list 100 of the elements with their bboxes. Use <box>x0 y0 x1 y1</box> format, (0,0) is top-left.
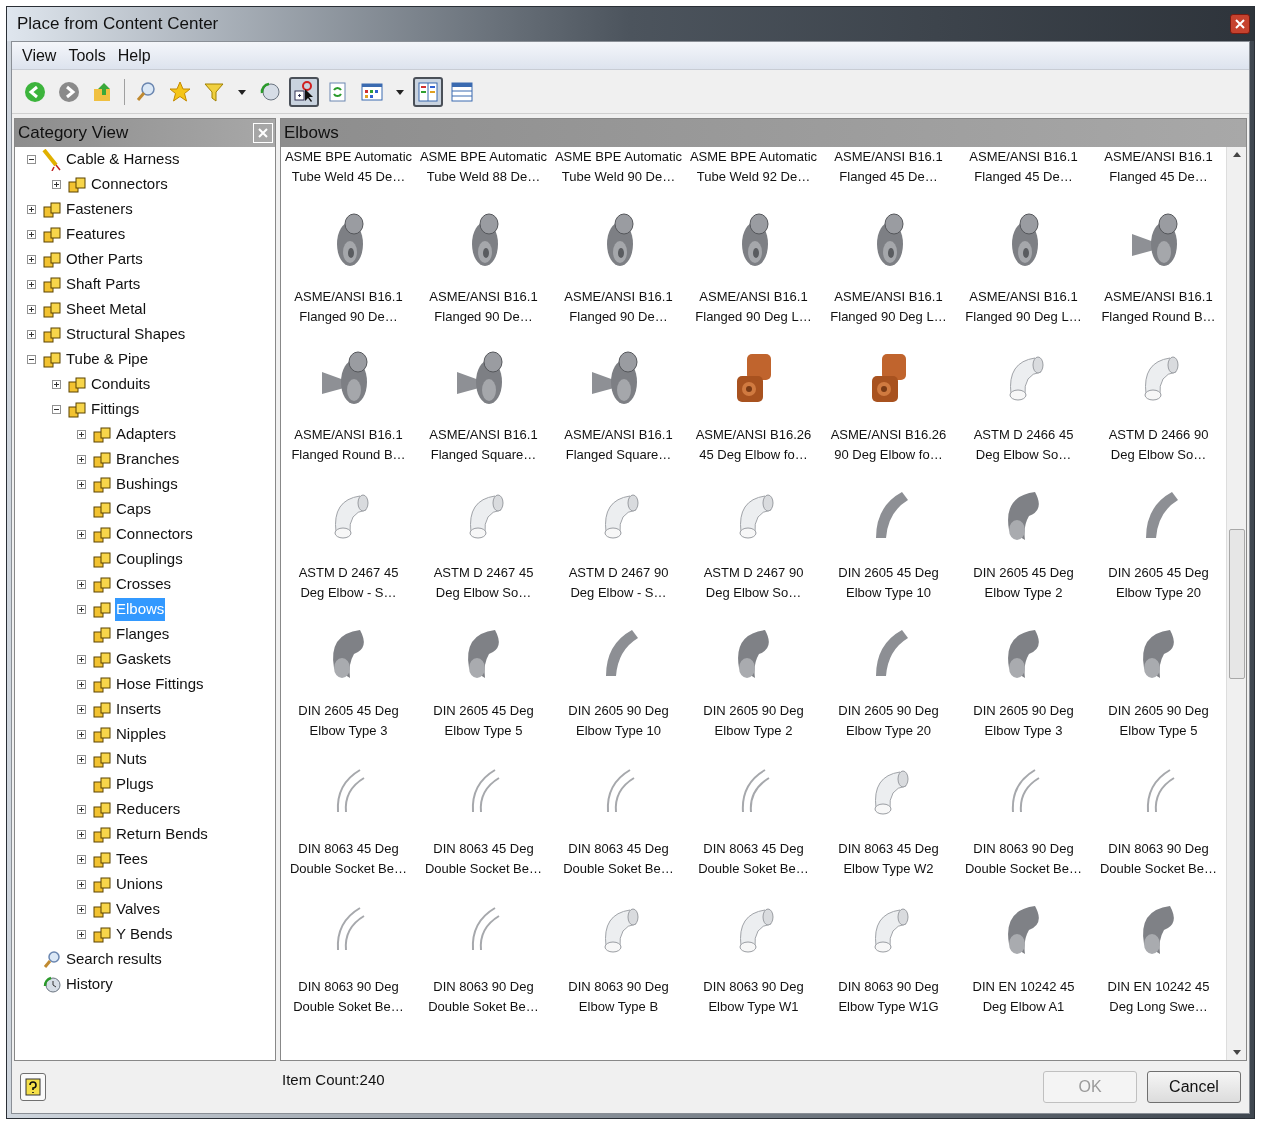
part-label[interactable]: ASME BPE Automatic <box>419 147 548 167</box>
part-label[interactable]: Deg Elbow - S… <box>570 583 667 603</box>
part-label[interactable]: ASME/ANSI B16.1 <box>699 287 808 307</box>
expand-toggle[interactable] <box>76 605 86 614</box>
tree-item[interactable]: Y Bends <box>115 923 174 946</box>
expand-toggle[interactable] <box>76 930 86 939</box>
expand-toggle[interactable] <box>76 455 86 464</box>
expand-toggle[interactable] <box>76 805 86 814</box>
part-label[interactable]: ASTM D 2466 90 <box>1108 425 1209 445</box>
part-label[interactable]: Deg Elbow - S… <box>300 583 397 603</box>
part-label[interactable]: Elbow Type B <box>578 997 659 1017</box>
part-label[interactable]: Flanged Square… <box>565 445 672 465</box>
scroll-down-icon[interactable] <box>1232 1050 1241 1056</box>
expand-toggle[interactable] <box>76 680 86 689</box>
close-button[interactable] <box>1230 14 1250 34</box>
part-label[interactable]: DIN 8063 90 Deg <box>568 977 669 997</box>
tree-item[interactable]: Shaft Parts <box>65 273 142 296</box>
part-label[interactable]: DIN 8063 90 Deg <box>838 977 939 997</box>
part-label[interactable]: DIN 2605 45 Deg <box>838 563 939 583</box>
expand-toggle[interactable] <box>26 305 36 314</box>
menu-item[interactable]: View <box>18 43 61 68</box>
tree-item[interactable]: Sheet Metal <box>65 298 148 321</box>
part-label[interactable]: Flanged Square… <box>430 445 537 465</box>
part-label[interactable]: Double Soket Be… <box>563 859 674 879</box>
tree-item[interactable]: Fasteners <box>65 198 134 221</box>
part-label[interactable]: ASME BPE Automatic <box>554 147 683 167</box>
part-label[interactable]: ASME/ANSI B16.1 <box>1104 147 1213 167</box>
part-label[interactable]: Elbow Type 2 <box>984 583 1063 603</box>
part-label[interactable]: Double Soket Be… <box>293 997 404 1017</box>
tree-item[interactable]: Hose Fittings <box>115 673 205 696</box>
tree-item[interactable]: Reducers <box>115 798 182 821</box>
expand-toggle[interactable] <box>76 430 86 439</box>
part-label[interactable]: DIN 2605 90 Deg <box>973 701 1074 721</box>
tree-item[interactable]: Tees <box>115 848 149 871</box>
part-label[interactable]: DIN 8063 45 Deg <box>568 839 669 859</box>
expand-toggle[interactable] <box>76 730 86 739</box>
tree-item[interactable]: Search results <box>65 948 163 971</box>
part-label[interactable]: Flanged 90 Deg L… <box>830 307 947 327</box>
expand-toggle[interactable] <box>76 830 86 839</box>
part-label[interactable]: Elbow Type W1 <box>708 997 799 1017</box>
part-label[interactable]: ASME/ANSI B16.26 <box>830 425 947 445</box>
part-label[interactable]: Elbow Type W1G <box>838 997 939 1017</box>
part-label[interactable]: DIN 2605 45 Deg <box>298 701 399 721</box>
part-label[interactable]: DIN 8063 90 Deg <box>298 977 399 997</box>
tree-item[interactable]: Other Parts <box>65 248 144 271</box>
part-label[interactable]: ASTM D 2467 90 <box>568 563 669 583</box>
part-label[interactable]: Flanged 90 Deg L… <box>695 307 812 327</box>
part-label[interactable]: Double Socket Be… <box>289 859 408 879</box>
tree-item[interactable]: Tube & Pipe <box>65 348 149 371</box>
part-label[interactable]: Double Socket Be… <box>424 859 543 879</box>
tree-item[interactable]: Inserts <box>115 698 162 721</box>
part-label[interactable]: ASME/ANSI B16.1 <box>834 287 943 307</box>
expand-toggle[interactable] <box>76 755 86 764</box>
part-label[interactable]: DIN 8063 45 Deg <box>838 839 939 859</box>
tree-item[interactable]: Couplings <box>115 548 184 571</box>
part-label[interactable]: Tube Weld 88 De… <box>426 167 541 187</box>
part-label[interactable]: DIN 8063 90 Deg <box>433 977 534 997</box>
part-label[interactable]: Deg Elbow So… <box>1110 445 1207 465</box>
expand-toggle[interactable] <box>26 330 36 339</box>
scrollbar[interactable] <box>1226 147 1246 1060</box>
tree-item[interactable]: Unions <box>115 873 164 896</box>
part-label[interactable]: Deg Long Swe… <box>1109 997 1208 1017</box>
part-label[interactable]: Flanged 45 De… <box>839 167 938 187</box>
tree-item[interactable]: Nipples <box>115 723 168 746</box>
part-label[interactable]: Flanged 90 Deg L… <box>965 307 1082 327</box>
tree-item[interactable]: Adapters <box>115 423 178 446</box>
expand-toggle[interactable] <box>76 480 86 489</box>
part-label[interactable]: Elbow Type 5 <box>1119 721 1198 741</box>
part-label[interactable]: DIN 8063 90 Deg <box>1108 839 1209 859</box>
expand-toggle[interactable] <box>26 205 36 214</box>
part-label[interactable]: DIN 2605 45 Deg <box>433 701 534 721</box>
tree-item[interactable]: Branches <box>115 448 181 471</box>
part-label[interactable]: Flanged Round B… <box>291 445 406 465</box>
expand-toggle[interactable] <box>76 530 86 539</box>
tree-item[interactable]: Caps <box>115 498 153 521</box>
part-label[interactable]: Flanged Round B… <box>1101 307 1216 327</box>
part-label[interactable]: DIN EN 10242 45 <box>1107 977 1210 997</box>
tree-item[interactable]: Bushings <box>115 473 179 496</box>
part-label[interactable]: DIN 2605 45 Deg <box>973 563 1074 583</box>
part-label[interactable]: Elbow Type 3 <box>984 721 1063 741</box>
part-label[interactable]: ASME/ANSI B16.1 <box>834 147 943 167</box>
part-label[interactable]: Flanged 90 De… <box>569 307 668 327</box>
part-label[interactable]: Elbow Type W2 <box>843 859 934 879</box>
part-label[interactable]: ASTM D 2466 45 <box>973 425 1074 445</box>
part-label[interactable]: DIN 8063 90 Deg <box>703 977 804 997</box>
tree-item[interactable]: Flanges <box>115 623 171 646</box>
part-label[interactable]: Deg Elbow A1 <box>982 997 1065 1017</box>
expand-toggle[interactable] <box>51 380 61 389</box>
tree-item[interactable]: Nuts <box>115 748 148 771</box>
part-label[interactable]: ASME/ANSI B16.1 <box>429 425 538 445</box>
part-label[interactable]: ASTM D 2467 45 <box>433 563 534 583</box>
part-label[interactable]: DIN 8063 45 Deg <box>703 839 804 859</box>
scrollbar-thumb[interactable] <box>1228 528 1245 679</box>
part-label[interactable]: DIN 2605 90 Deg <box>1108 701 1209 721</box>
part-label[interactable]: ASME/ANSI B16.1 <box>429 287 538 307</box>
part-label[interactable]: DIN 8063 45 Deg <box>298 839 399 859</box>
menu-item[interactable]: Help <box>113 43 155 68</box>
part-label[interactable]: ASME BPE Automatic <box>284 147 413 167</box>
expand-toggle[interactable] <box>26 280 36 289</box>
tree-item[interactable]: Return Bends <box>115 823 209 846</box>
